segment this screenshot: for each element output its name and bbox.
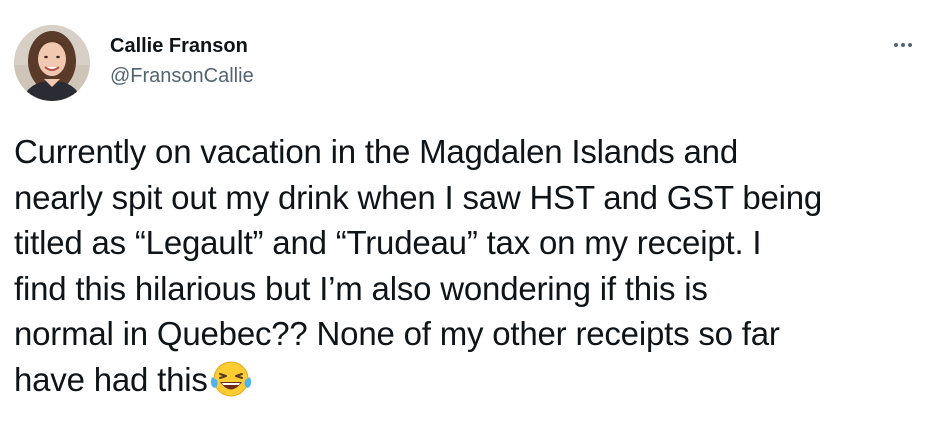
tweet-text-line: nearly spit out my drink when I saw HST … [14, 178, 823, 216]
tweet-text: Currently on vacation in the Magdalen Is… [14, 129, 934, 402]
author-handle[interactable]: @FransonCallie [110, 64, 254, 88]
more-horizontal-icon [894, 43, 898, 47]
tweet-text-line: Currently on vacation in the Magdalen Is… [14, 133, 738, 170]
tweet-text-last-line: have had this [14, 357, 934, 403]
more-horizontal-icon-dot [901, 43, 905, 47]
tweet-text-line: have had this [14, 360, 208, 398]
tweet-text-line: normal in Quebec?? None of my other rece… [14, 315, 780, 352]
author-info: Callie Franson @FransonCallie [110, 34, 254, 88]
more-options-button[interactable] [886, 34, 920, 56]
tweet-text-line: find this hilarious but I’m also wonderi… [14, 269, 708, 307]
tweet-text-line: titled as “Legault” and “Trudeau” tax on… [14, 224, 762, 261]
avatar[interactable] [14, 25, 90, 101]
tweet-card: Callie Franson @FransonCallie Currently … [0, 0, 950, 432]
more-horizontal-icon-dot [908, 43, 912, 47]
face-with-tears-of-joy-icon [209, 359, 253, 399]
author-display-name[interactable]: Callie Franson [110, 34, 254, 58]
